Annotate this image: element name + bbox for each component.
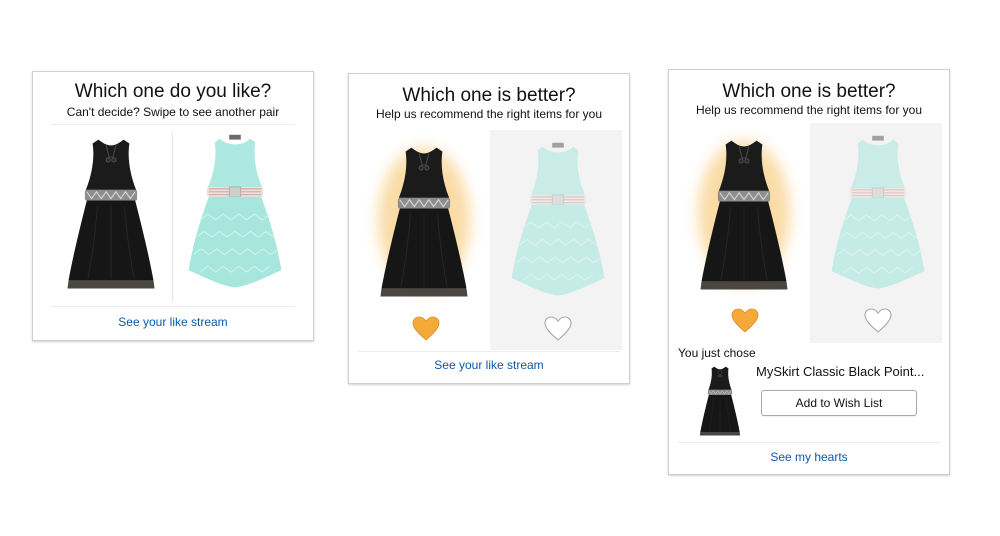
top-divider	[51, 124, 295, 125]
product-option-black-dress-selected[interactable]	[678, 123, 810, 343]
you-just-chose-label: You just chose	[678, 346, 756, 360]
heart-filled-icon[interactable]	[731, 308, 759, 334]
heart-outline-icon[interactable]	[544, 316, 572, 342]
mint-dress-image	[188, 134, 282, 289]
product-option-black-dress[interactable]	[51, 128, 171, 304]
card-subtitle: Help us recommend the right items for yo…	[375, 107, 603, 121]
bottom-divider	[358, 351, 620, 352]
product-option-mint-dress[interactable]	[173, 128, 297, 304]
card-which-one-is-better: Which one is better? Help us recommend t…	[348, 73, 630, 384]
chosen-product-thumbnail[interactable]	[689, 362, 753, 442]
bottom-divider	[678, 442, 940, 443]
black-dress-thumbnail-image	[699, 366, 741, 436]
heart-filled-icon[interactable]	[412, 316, 440, 342]
see-my-hearts-link[interactable]: See my hearts	[669, 450, 949, 464]
card-which-one-is-better-chosen: Which one is better? Help us recommend t…	[668, 69, 950, 475]
product-option-mint-dress[interactable]	[490, 130, 622, 350]
card-title: Which one is better?	[722, 81, 896, 102]
black-dress-image	[66, 139, 156, 290]
product-option-mint-dress[interactable]	[810, 123, 942, 343]
card-title: Which one is better?	[402, 85, 576, 106]
bottom-divider	[51, 306, 295, 307]
product-option-black-dress-selected[interactable]	[358, 130, 490, 350]
card-which-one-do-you-like: Which one do you like? Can't decide? Swi…	[32, 71, 314, 341]
heart-outline-icon[interactable]	[864, 308, 892, 334]
card-subtitle: Can't decide? Swipe to see another pair	[66, 105, 280, 119]
see-like-stream-link[interactable]: See your like stream	[349, 358, 629, 372]
chosen-product-title[interactable]: MySkirt Classic Black Point...	[756, 364, 924, 379]
add-to-wish-list-button[interactable]: Add to Wish List	[761, 390, 917, 416]
card-subtitle: Help us recommend the right items for yo…	[695, 103, 923, 117]
card-title: Which one do you like?	[74, 81, 272, 102]
see-like-stream-link[interactable]: See your like stream	[33, 315, 313, 329]
